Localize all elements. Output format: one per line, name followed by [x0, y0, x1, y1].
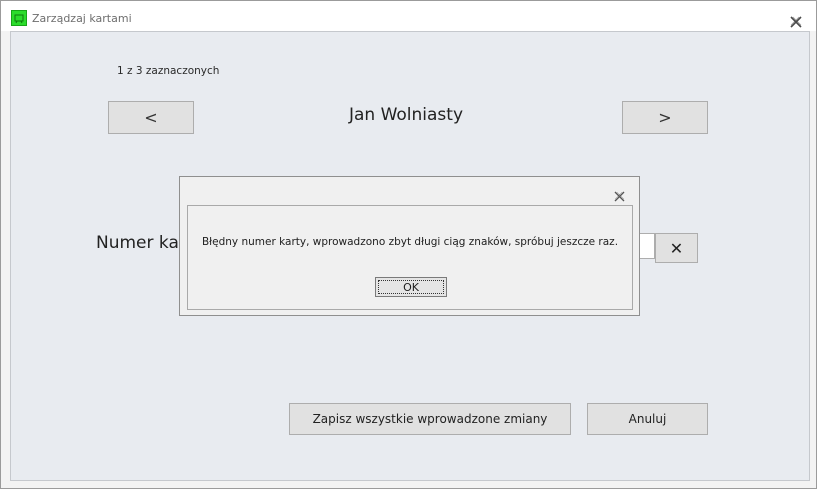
save-all-button[interactable]: Zapisz wszystkie wprowadzone zmiany [289, 403, 571, 435]
clear-card-button[interactable]: ✕ [655, 233, 698, 263]
ok-button[interactable]: OK [375, 277, 447, 297]
app-window: Zarządzaj kartami 1 z 3 zaznaczonych < J… [0, 0, 817, 489]
window-title: Zarządzaj kartami [32, 12, 132, 25]
next-button[interactable]: > [622, 101, 708, 134]
error-message: Błędny numer karty, wprowadzono zbyt dłu… [201, 236, 619, 248]
cancel-button[interactable]: Anuluj [587, 403, 708, 435]
previous-button[interactable]: < [108, 101, 194, 134]
dialog-close-icon[interactable] [614, 187, 625, 202]
focus-rectangle [378, 280, 444, 294]
title-bar: Zarządzaj kartami [1, 1, 816, 31]
app-logo-icon [11, 10, 27, 26]
error-dialog: Błędny numer karty, wprowadzono zbyt dłu… [179, 176, 640, 316]
selection-counter: 1 z 3 zaznaczonych [117, 65, 220, 77]
card-number-label: Numer ka [96, 233, 179, 253]
person-name: Jan Wolniasty [348, 105, 464, 125]
close-icon[interactable] [790, 13, 802, 28]
dialog-content: Błędny numer karty, wprowadzono zbyt dłu… [187, 205, 633, 310]
